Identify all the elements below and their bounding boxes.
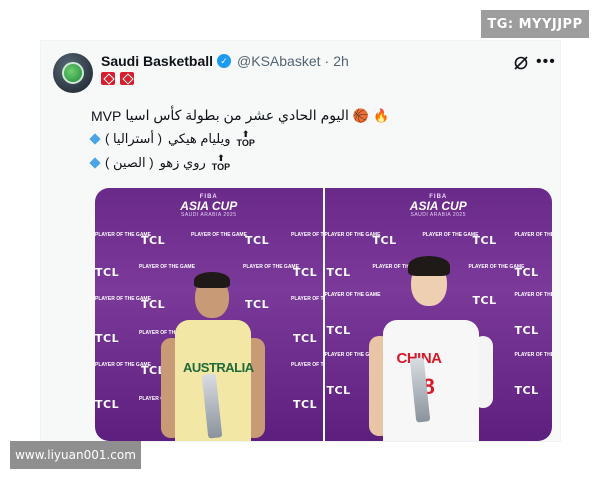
wall-caption: PLAYER OF THE GAME <box>191 232 247 238</box>
wall-caption: PLAYER OF THE GAME <box>291 362 323 368</box>
tg-watermark-badge: TG: MYYJJPP <box>481 10 589 38</box>
wall-sponsor: TCL <box>472 294 497 307</box>
wall-sponsor: TCL <box>293 398 318 411</box>
display-name[interactable]: Saudi Basketball <box>101 53 213 69</box>
media-grid[interactable]: FIBA ASIA CUP SAUDI ARABIA 2025 PLAYER O… <box>95 188 552 441</box>
wall-caption: PLAYER OF THE GAME <box>514 352 553 358</box>
jersey-text: AUSTRALIA <box>183 360 254 375</box>
verified-badge-icon: ✓ <box>217 54 232 68</box>
player-name: روي زهو <box>159 155 206 170</box>
wall-caption: PLAYER OF THE GAME <box>243 264 299 270</box>
wall-sponsor: TCL <box>514 266 539 279</box>
fire-emoji-icon: 🔥 <box>373 107 390 123</box>
asia-cup-logo: FIBA ASIA CUP SAUDI ARABIA 2025 <box>409 194 467 218</box>
wall-sponsor: TCL <box>95 332 120 345</box>
tweet-header: Saudi Basketball ✓ @KSAbasket · 2h <box>101 53 349 69</box>
user-handle[interactable]: @KSAbasket <box>237 53 320 69</box>
wall-sponsor: TCL <box>326 266 351 279</box>
tweet-card[interactable]: Saudi Basketball ✓ @KSAbasket · 2h ••• M… <box>40 40 561 442</box>
player-name: ويليام هيكي <box>167 131 231 146</box>
flag-row <box>101 72 134 85</box>
site-watermark: www.liyuan001.com <box>10 441 141 469</box>
basketball-emoji-icon: 🏀 <box>352 107 370 123</box>
diamond-bullet-icon <box>89 133 101 145</box>
wall-sponsor: TCL <box>141 234 166 247</box>
flag-icon <box>120 72 134 85</box>
tweet-title-line: MVP اليوم الحادي عشر من بطولة كأس اسيا 🏀… <box>91 107 389 124</box>
separator: · <box>324 53 330 69</box>
wall-sponsor: TCL <box>245 234 270 247</box>
wall-caption: PLAYER OF THE GAME <box>514 292 553 298</box>
wall-sponsor: TCL <box>141 298 166 311</box>
wall-sponsor: TCL <box>372 234 397 247</box>
wall-sponsor: TCL <box>326 384 351 397</box>
wall-sponsor: TCL <box>326 324 351 337</box>
wall-caption: PLAYER OF THE GAME <box>291 232 323 238</box>
player-line-2: ( الصين ) روي زهو ⬆ TOP <box>89 153 389 172</box>
player-country: ( أستراليا ) <box>105 131 162 146</box>
flag-icon <box>101 72 115 85</box>
wall-caption: PLAYER OF THE GAME <box>422 232 479 238</box>
wall-sponsor: TCL <box>95 266 120 279</box>
title-text: اليوم الحادي عشر من بطولة كأس اسيا <box>125 107 349 123</box>
timestamp[interactable]: 2h <box>333 53 349 69</box>
wall-sponsor: TCL <box>472 234 497 247</box>
wall-sponsor: TCL <box>514 324 539 337</box>
basketball-logo-icon <box>62 62 84 84</box>
player-line-1: ( أستراليا ) ويليام هيكي ⬆ TOP <box>89 129 389 148</box>
tweet-body: MVP اليوم الحادي عشر من بطولة كأس اسيا 🏀… <box>89 107 389 172</box>
more-options-icon[interactable]: ••• <box>536 53 556 71</box>
wall-caption: PLAYER OF THE GAME <box>514 232 553 238</box>
wall-sponsor: TCL <box>245 298 270 311</box>
player-hair <box>194 272 230 288</box>
wall-sponsor: TCL <box>514 384 539 397</box>
player-hair <box>407 256 450 276</box>
media-photo-left[interactable]: FIBA ASIA CUP SAUDI ARABIA 2025 PLAYER O… <box>95 188 323 441</box>
wall-sponsor: TCL <box>293 266 318 279</box>
mvp-label: MVP <box>91 107 122 124</box>
grok-icon[interactable] <box>513 55 529 71</box>
media-photo-right[interactable]: FIBA ASIA CUP SAUDI ARABIA 2025 PLAYER O… <box>324 188 553 441</box>
avatar[interactable] <box>53 53 93 93</box>
top-icon: ⬆ TOP <box>236 129 255 148</box>
asia-cup-logo: FIBA ASIA CUP SAUDI ARABIA 2025 <box>180 194 238 218</box>
wall-caption: PLAYER OF THE GAME <box>291 296 323 302</box>
diamond-bullet-icon <box>89 157 101 169</box>
wall-caption: PLAYER OF THE GAME <box>139 264 195 270</box>
top-icon: ⬆ TOP <box>211 153 231 172</box>
player-country: ( الصين ) <box>105 155 154 170</box>
wall-caption: PLAYER OF THE GAME <box>324 292 381 298</box>
wall-sponsor: TCL <box>293 332 318 345</box>
wall-sponsor: TCL <box>95 398 120 411</box>
